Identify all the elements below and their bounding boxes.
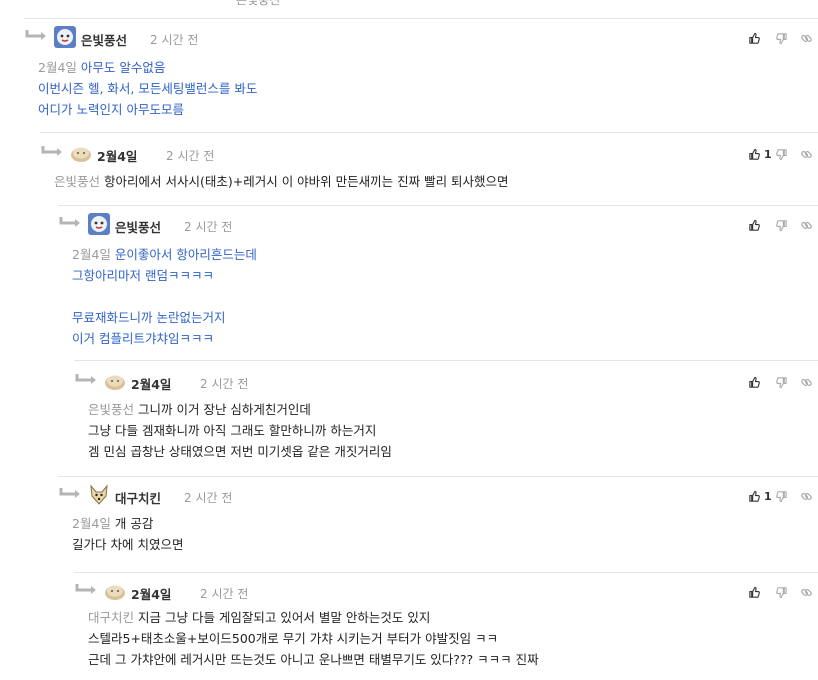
balloon-avatar[interactable] <box>54 26 76 48</box>
reply-arrow-icon <box>58 215 84 229</box>
comment-author[interactable]: 2월4일 <box>97 146 137 165</box>
comment-text: 길가다 차에 치였으면 <box>72 537 184 552</box>
comment-actions <box>738 584 818 600</box>
reply-arrow-icon <box>58 486 84 500</box>
comment-author[interactable]: 대구치킨 <box>115 488 161 507</box>
like-button[interactable] <box>748 217 761 233</box>
comment-text: 개 공감 <box>114 516 154 531</box>
link-icon[interactable] <box>800 30 813 46</box>
comment-divider <box>74 572 818 573</box>
comment-text-line: 무료재화드니까 논란없는거지 <box>72 308 225 328</box>
like-count: 1 <box>764 147 772 161</box>
comment-text: 그항아리마저 랜덤ㅋㅋㅋㅋ <box>72 268 214 283</box>
link-icon[interactable] <box>800 374 813 390</box>
comment-text-line: 겜 민심 곱창난 상태였으면 저번 미기셋옵 같은 개짓거리임 <box>88 442 392 462</box>
comment-text-line: 2월4일 아무도 알수없음 <box>38 58 165 78</box>
comment-text: 무료재화드니까 논란없는거지 <box>72 310 226 325</box>
previous-comment-author: 은빛풍선 <box>236 0 281 7</box>
comment-text: 근데 그 가챠안에 레거시만 뜨는것도 아니고 운나쁘면 태별무기도 있다???… <box>88 652 539 667</box>
like-button[interactable] <box>748 584 761 600</box>
comment-time: 2 시간 전 <box>166 149 215 163</box>
comment-time: 2 시간 전 <box>200 587 249 601</box>
comment-text-line: 은빛풍선 항아리에서 서사시(태초)+레거시 이 야바위 만든새끼는 진짜 빨리 … <box>54 172 509 192</box>
reply-arrow-icon <box>74 372 100 386</box>
comment-actions: 1 <box>738 146 818 162</box>
dog-avatar[interactable] <box>88 484 110 506</box>
dislike-button[interactable] <box>775 217 788 233</box>
blob-avatar[interactable] <box>104 580 126 602</box>
comment-divider <box>58 476 818 477</box>
comment-text: 항아리에서 서사시(태초)+레거시 이 야바위 만든새끼는 진짜 빨리 퇴사했으… <box>104 174 509 189</box>
like-button[interactable] <box>748 30 761 46</box>
previous-comment-fragment: 은빛풍선 <box>0 0 818 7</box>
blob-avatar[interactable] <box>70 142 92 164</box>
comment-text: 어디가 노력인지 아무도모름 <box>38 102 184 117</box>
comment-actions: 1 <box>738 488 818 504</box>
comment-text-line: 길가다 차에 치였으면 <box>72 535 183 555</box>
comment-text-line: 은빛풍선 그니까 이거 장난 심하게친거인데 <box>88 400 311 420</box>
link-icon[interactable] <box>800 488 813 504</box>
comment-text: 그냥 다들 겜재화니까 아직 그래도 할만하니까 하는거지 <box>88 423 377 438</box>
comment-actions <box>738 30 818 46</box>
comment-text: 스텔라5+태초소울+보이드500개로 무기 가챠 시키는거 부터가 야발짓임 ㅋ… <box>88 631 499 646</box>
reply-arrow-icon <box>74 582 100 596</box>
reply-arrow-icon <box>40 144 66 158</box>
comment-text-line: 대구치킨 지금 그냥 다들 게임잘되고 있어서 별말 안하는것도 있지 <box>88 608 430 628</box>
dislike-button[interactable] <box>775 30 788 46</box>
dislike-button[interactable] <box>775 584 788 600</box>
comment-text: 아무도 알수없음 <box>80 60 166 75</box>
dislike-button[interactable] <box>775 488 788 504</box>
comment-time: 2 시간 전 <box>200 377 249 391</box>
reply-arrow-icon <box>24 28 50 42</box>
reply-target[interactable]: 2월4일 <box>72 516 111 531</box>
comment-time: 2 시간 전 <box>184 220 233 234</box>
comment-text-line: 2월4일 개 공감 <box>72 514 153 534</box>
link-icon[interactable] <box>800 584 813 600</box>
comment-text: 그니까 이거 장난 심하게친거인데 <box>138 402 311 417</box>
comment-time: 2 시간 전 <box>184 491 233 505</box>
comment-text: 지금 그냥 다들 게임잘되고 있어서 별말 안하는것도 있지 <box>138 610 431 625</box>
reply-target[interactable]: 은빛풍선 <box>88 402 134 417</box>
comment-text: 겜 민심 곱창난 상태였으면 저번 미기셋옵 같은 개짓거리임 <box>88 444 392 459</box>
like-button[interactable]: 1 <box>748 146 772 162</box>
reply-target[interactable]: 2월4일 <box>72 247 111 262</box>
comment-text: 이번시즌 헬, 화서, 모든세팅밸런스를 봐도 <box>38 81 258 96</box>
comment-author[interactable]: 은빛풍선 <box>115 217 161 236</box>
comment-divider <box>40 132 818 133</box>
comment-text-line: 그항아리마저 랜덤ㅋㅋㅋㅋ <box>72 266 214 286</box>
comment-text-line: 어디가 노력인지 아무도모름 <box>38 100 184 120</box>
like-count: 1 <box>764 489 772 503</box>
reply-target[interactable]: 은빛풍선 <box>54 174 100 189</box>
comment-text: 이거 컴플리트갸챠임ㅋㅋㅋ <box>72 331 214 346</box>
link-icon[interactable] <box>800 217 813 233</box>
dislike-button[interactable] <box>775 374 788 390</box>
like-button[interactable] <box>748 374 761 390</box>
reply-target[interactable]: 2월4일 <box>38 60 77 75</box>
comment-text-line: 그냥 다들 겜재화니까 아직 그래도 할만하니까 하는거지 <box>88 421 376 441</box>
comment-divider <box>74 360 818 361</box>
balloon-avatar[interactable] <box>88 213 110 235</box>
comment-divider <box>24 18 818 19</box>
comment-actions <box>738 374 818 390</box>
comment-author[interactable]: 2월4일 <box>131 374 171 393</box>
comment-text-line: 2월4일 운이좋아서 항아리흔드는데 <box>72 245 257 265</box>
dislike-button[interactable] <box>775 146 788 162</box>
comment-text-line: 근데 그 가챠안에 레거시만 뜨는것도 아니고 운나쁘면 태별무기도 있다???… <box>88 650 539 670</box>
link-icon[interactable] <box>800 146 813 162</box>
comment-actions <box>738 217 818 233</box>
comment-divider <box>58 205 818 206</box>
reply-target[interactable]: 대구치킨 <box>88 610 134 625</box>
blob-avatar[interactable] <box>104 370 126 392</box>
comment-text: 운이좋아서 항아리흔드는데 <box>114 247 257 262</box>
comment-text-line: 스텔라5+태초소울+보이드500개로 무기 가챠 시키는거 부터가 야발짓임 ㅋ… <box>88 629 498 649</box>
comment-author[interactable]: 2월4일 <box>131 584 171 603</box>
comment-text-line: 이번시즌 헬, 화서, 모든세팅밸런스를 봐도 <box>38 79 257 99</box>
comment-author[interactable]: 은빛풍선 <box>81 30 127 49</box>
like-button[interactable]: 1 <box>748 488 772 504</box>
comment-time: 2 시간 전 <box>150 33 199 47</box>
comment-text-line: 이거 컴플리트갸챠임ㅋㅋㅋ <box>72 329 214 349</box>
